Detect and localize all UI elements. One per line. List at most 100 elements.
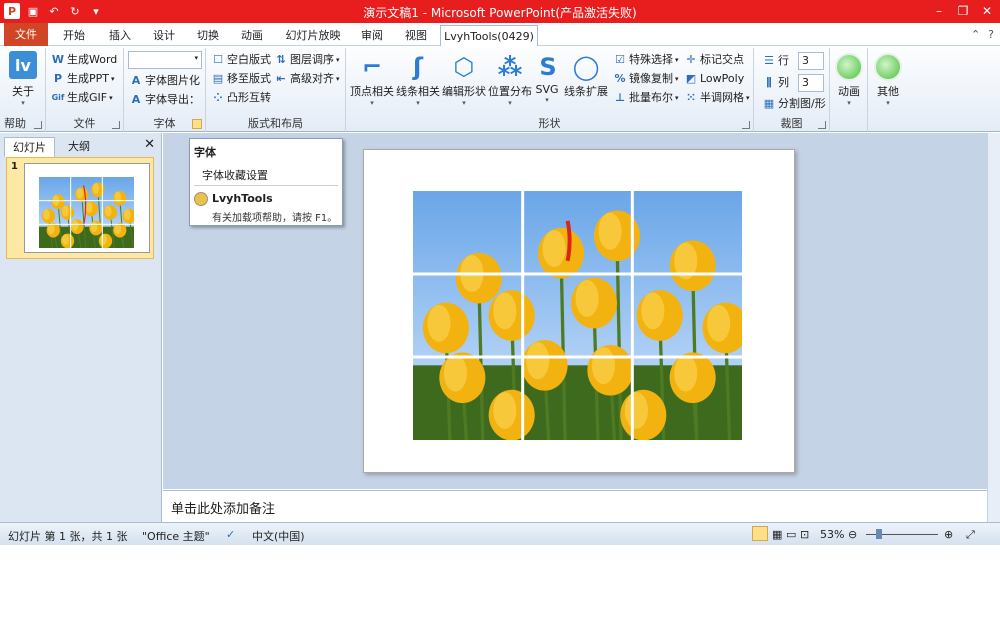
- minimize-button[interactable]: –: [930, 2, 948, 20]
- layout-icon: ▤: [212, 72, 224, 85]
- group-expand-icon[interactable]: [818, 121, 826, 129]
- zoom-in-icon[interactable]: ⊕: [944, 528, 953, 541]
- slide-canvas[interactable]: [363, 149, 795, 473]
- help-icon[interactable]: ?: [988, 28, 994, 41]
- about-button[interactable]: lv 关于 ▾: [7, 51, 39, 108]
- group-shape: ⌐ 顶点相关 ▾ ʃ 线条相关 ▾ ⬡ 编辑形状 ▾ ⁂ 位置分布 ▾ S SVG ▾ ◯ 线条扩展 …: [346, 48, 754, 132]
- generate-ppt-button[interactable]: P 生成PPT ▾: [51, 70, 115, 88]
- group-expand-icon[interactable]: [112, 121, 120, 129]
- halftone-button[interactable]: ⁙ 半调网格 ▾: [684, 89, 749, 107]
- thumbnail-canvas: [24, 163, 150, 253]
- group-expand-icon[interactable]: [34, 121, 42, 129]
- language-status[interactable]: 中文(中国): [252, 528, 305, 544]
- blank-layout-icon: ☐: [213, 53, 223, 66]
- generate-word-button[interactable]: W 生成Word: [51, 51, 117, 69]
- zoom-out-icon[interactable]: ⊖: [848, 528, 857, 541]
- edit-shape-label: 编辑形状: [442, 85, 486, 98]
- hexagon-icon: ⬡: [453, 53, 475, 81]
- fit-to-window-icon[interactable]: ⤢: [966, 528, 975, 542]
- special-select-button[interactable]: ☑ 特殊选择 ▾: [613, 51, 678, 69]
- close-button[interactable]: ✕: [978, 2, 996, 20]
- tab-review[interactable]: 审阅: [354, 25, 390, 46]
- slide-count-status: 幻灯片 第 1 张，共 1 张: [8, 530, 128, 543]
- advanced-align-button[interactable]: ⇤ 高级对齐 ▾: [274, 70, 339, 88]
- svg-label: SVG: [535, 83, 559, 96]
- split-image-button[interactable]: ▦ 分割图/形: [762, 95, 826, 113]
- line-extend-button[interactable]: ◯ 线条扩展: [564, 51, 608, 99]
- font-a-icon: A: [131, 93, 141, 106]
- position-distribute-button[interactable]: ⁂ 位置分布 ▾: [488, 51, 532, 108]
- tab-lvyhtools[interactable]: LvyhTools(0429): [440, 25, 538, 47]
- close-panel-icon[interactable]: ✕: [144, 137, 155, 152]
- columns-icon: ⫼: [766, 76, 772, 89]
- ribbon: lv 关于 ▾ 帮助 W 生成Word P 生成PPT ▾ Gif 生成GIF ▾ 文件 …: [0, 46, 1000, 132]
- batch-boolean-button[interactable]: ⊥ 批量布尔 ▾: [613, 89, 679, 107]
- tab-design[interactable]: 设计: [146, 25, 182, 46]
- convex-convert-button[interactable]: ⁘ 凸形互转: [211, 89, 271, 107]
- svg-button[interactable]: S SVG ▾: [532, 51, 562, 105]
- blank-layout-button[interactable]: ☐ 空白版式: [211, 51, 271, 69]
- tulip-image-grid[interactable]: [413, 191, 742, 440]
- spellcheck-icon[interactable]: ✓: [226, 528, 235, 541]
- tab-slides[interactable]: 幻灯片: [4, 137, 55, 157]
- mirror-copy-button[interactable]: % 镜像复制 ▾: [613, 70, 678, 88]
- lowpoly-label: LowPoly: [700, 72, 745, 85]
- slide-sorter-icon[interactable]: ▦: [772, 528, 782, 541]
- minimize-ribbon-icon[interactable]: ⌃: [971, 28, 980, 41]
- tab-home[interactable]: 开始: [56, 25, 92, 46]
- tab-insert[interactable]: 插入: [102, 25, 138, 46]
- tab-view[interactable]: 视图: [398, 25, 434, 46]
- tab-file[interactable]: 文件: [4, 23, 48, 46]
- col-label: 列: [778, 76, 789, 89]
- tab-slideshow[interactable]: 幻灯片放映: [278, 25, 348, 46]
- vertex-button[interactable]: ⌐ 顶点相关 ▾: [350, 51, 394, 108]
- halftone-label: 半调网格: [700, 91, 744, 104]
- move-to-layout-button[interactable]: ▤ 移至版式: [211, 70, 271, 88]
- tab-transitions[interactable]: 切换: [190, 25, 226, 46]
- group-other: 其他 ▾: [868, 48, 908, 132]
- slides-panel: 幻灯片 大纲 ✕ 1: [0, 133, 162, 522]
- position-distribute-label: 位置分布: [488, 85, 532, 98]
- group-anim: 动画 ▾: [830, 48, 868, 132]
- line-button[interactable]: ʃ 线条相关 ▾: [396, 51, 440, 108]
- group-font: ▾ A 字体图片化 A 字体导出： 字体: [124, 48, 206, 132]
- font-to-image-button[interactable]: A 字体图片化: [129, 72, 200, 90]
- generate-gif-button[interactable]: Gif 生成GIF ▾: [51, 89, 113, 107]
- vertical-scrollbar[interactable]: [987, 133, 1000, 522]
- font-menu-popup: 字体 字体收藏设置 LvyhTools 有关加载项帮助，请按 F1。: [189, 138, 343, 226]
- normal-view-icon[interactable]: [752, 526, 768, 541]
- font-group-expand-icon[interactable]: [192, 119, 202, 129]
- animation-button[interactable]: 动画 ▾: [833, 51, 865, 108]
- reading-view-icon[interactable]: ▭: [786, 528, 796, 541]
- split-image-label: 分割图/形: [778, 97, 826, 110]
- restore-button[interactable]: ❐: [954, 2, 972, 20]
- vertex-icon: ⌐: [361, 53, 383, 81]
- zoom-level[interactable]: 53%: [820, 528, 844, 541]
- other-label: 其他: [877, 85, 899, 98]
- edit-shape-button[interactable]: ⬡ 编辑形状 ▾: [442, 51, 486, 108]
- tab-animations[interactable]: 动画: [234, 25, 270, 46]
- col-count-input[interactable]: 3: [798, 74, 824, 92]
- convex-convert-label: 凸形互转: [227, 91, 271, 104]
- zoom-slider-thumb[interactable]: [876, 529, 882, 539]
- mark-intersect-button[interactable]: ✛ 标记交点: [684, 51, 744, 69]
- other-button[interactable]: 其他 ▾: [872, 51, 904, 108]
- popup-title: 字体: [194, 146, 216, 159]
- layer-order-button[interactable]: ⇅ 图层调序 ▾: [274, 51, 339, 69]
- row-count-input[interactable]: 3: [798, 52, 824, 70]
- notes-pane[interactable]: 单击此处添加备注: [163, 490, 987, 522]
- rows-icon: ☰: [764, 54, 774, 67]
- lowpoly-button[interactable]: ◩ LowPoly: [684, 70, 744, 88]
- tab-outline[interactable]: 大纲: [60, 137, 98, 157]
- slideshow-view-icon[interactable]: ⊡: [800, 528, 809, 541]
- status-bar: 幻灯片 第 1 张，共 1 张 "Office 主题" ✓ 中文(中国) ▦ ▭…: [0, 522, 1000, 545]
- group-expand-icon[interactable]: [742, 121, 750, 129]
- title-bar: P ▣ ↶ ↻ ▾ 演示文稿1 - Microsoft PowerPoint(产…: [0, 0, 1000, 23]
- advanced-align-label: 高级对齐: [290, 72, 334, 85]
- font-combo[interactable]: ▾: [128, 51, 202, 69]
- addin-name: LvyhTools: [212, 192, 273, 205]
- font-export-button[interactable]: A 字体导出：: [129, 91, 200, 109]
- group-label-shape: 形状: [538, 117, 561, 130]
- font-favorite-settings-item[interactable]: 字体收藏设置: [202, 167, 268, 183]
- slide-thumbnail[interactable]: 1: [6, 157, 154, 259]
